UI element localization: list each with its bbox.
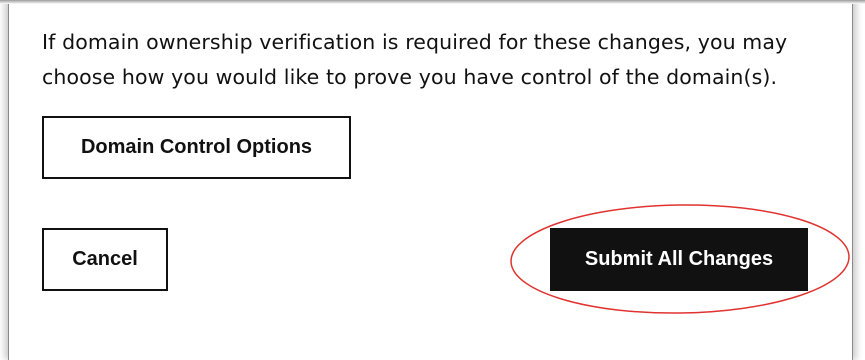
cancel-button[interactable]: Cancel <box>42 228 168 291</box>
verification-description: If domain ownership verification is requ… <box>42 30 788 89</box>
submit-all-changes-button[interactable]: Submit All Changes <box>550 228 808 291</box>
screenshot-stage: If domain ownership verification is requ… <box>0 0 865 360</box>
frame-top-edge <box>0 0 865 4</box>
domain-control-options-button[interactable]: Domain Control Options <box>42 116 351 179</box>
